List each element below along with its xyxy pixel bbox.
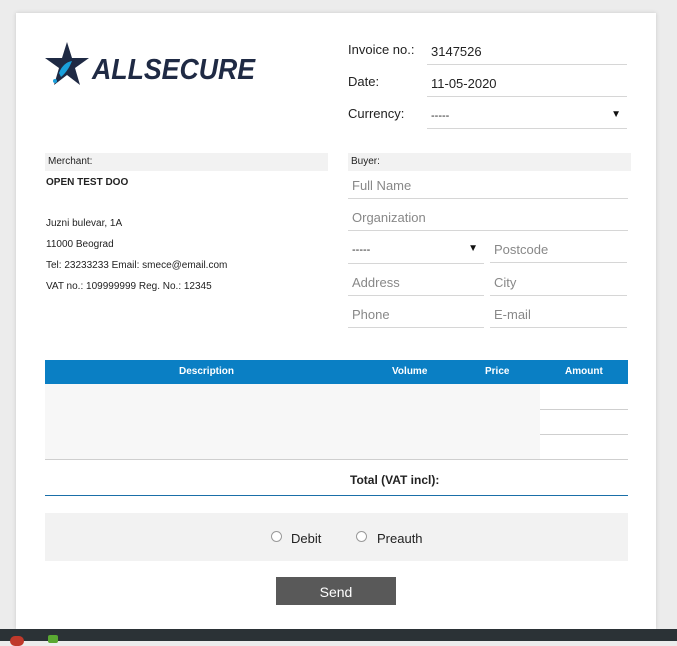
allsecure-star-logo-icon [45, 42, 89, 85]
app-icon[interactable] [48, 635, 58, 643]
dropdown-arrow-icon: ▼ [468, 243, 478, 254]
merchant-contact: Tel: 23233233 Email: smece@email.com [46, 260, 228, 271]
send-button[interactable]: Send [276, 577, 396, 605]
column-description: Description [179, 366, 235, 377]
date-value: 11-05-2020 [431, 76, 497, 91]
merchant-street: Juzni bulevar, 1A [46, 218, 123, 229]
currency-value: ----- [431, 110, 450, 122]
items-table-header: Description Volume Price Amount [45, 360, 628, 384]
merchant-city: 11000 Beograd [46, 239, 114, 250]
table-row[interactable] [45, 409, 628, 435]
date-label: Date: [348, 74, 380, 89]
country-select[interactable]: ----- ▼ [348, 236, 484, 264]
buyer-heading: Buyer: [348, 153, 631, 171]
invoice-no-value: 3147526 [431, 44, 482, 59]
dropdown-arrow-icon: ▼ [611, 109, 621, 120]
table-row[interactable] [45, 384, 628, 410]
browser-icon[interactable] [10, 636, 24, 646]
phone-input[interactable]: Phone [348, 301, 484, 328]
total-divider [45, 495, 628, 496]
organization-input[interactable]: Organization [348, 204, 628, 231]
address-input[interactable]: Address [348, 269, 484, 296]
brand-name: ALLSECURE [92, 54, 256, 86]
debit-label: Debit [291, 531, 322, 546]
preauth-radio[interactable] [356, 531, 367, 542]
column-amount: Amount [565, 366, 603, 377]
column-volume: Volume [392, 366, 428, 377]
city-input[interactable]: City [490, 269, 627, 296]
merchant-heading: Merchant: [45, 153, 328, 171]
total-label: Total (VAT incl): [350, 473, 440, 487]
postcode-input[interactable]: Postcode [490, 236, 627, 263]
preauth-label: Preauth [377, 531, 423, 546]
date-field[interactable]: 11-05-2020 [427, 70, 627, 97]
currency-select[interactable]: ----- ▼ [427, 102, 627, 129]
currency-label: Currency: [348, 106, 405, 121]
table-row[interactable] [45, 434, 628, 460]
column-price: Price [485, 366, 510, 377]
invoice-no-field[interactable]: 3147526 [427, 38, 627, 65]
full-name-input[interactable]: Full Name [348, 172, 628, 199]
payment-options [45, 513, 628, 561]
merchant-vat: VAT no.: 109999999 Reg. No.: 12345 [46, 281, 212, 292]
email-input[interactable]: E-mail [490, 301, 627, 328]
debit-radio[interactable] [271, 531, 282, 542]
invoice-no-label: Invoice no.: [348, 42, 415, 57]
merchant-name: OPEN TEST DOO [46, 177, 129, 188]
taskbar [0, 629, 677, 646]
